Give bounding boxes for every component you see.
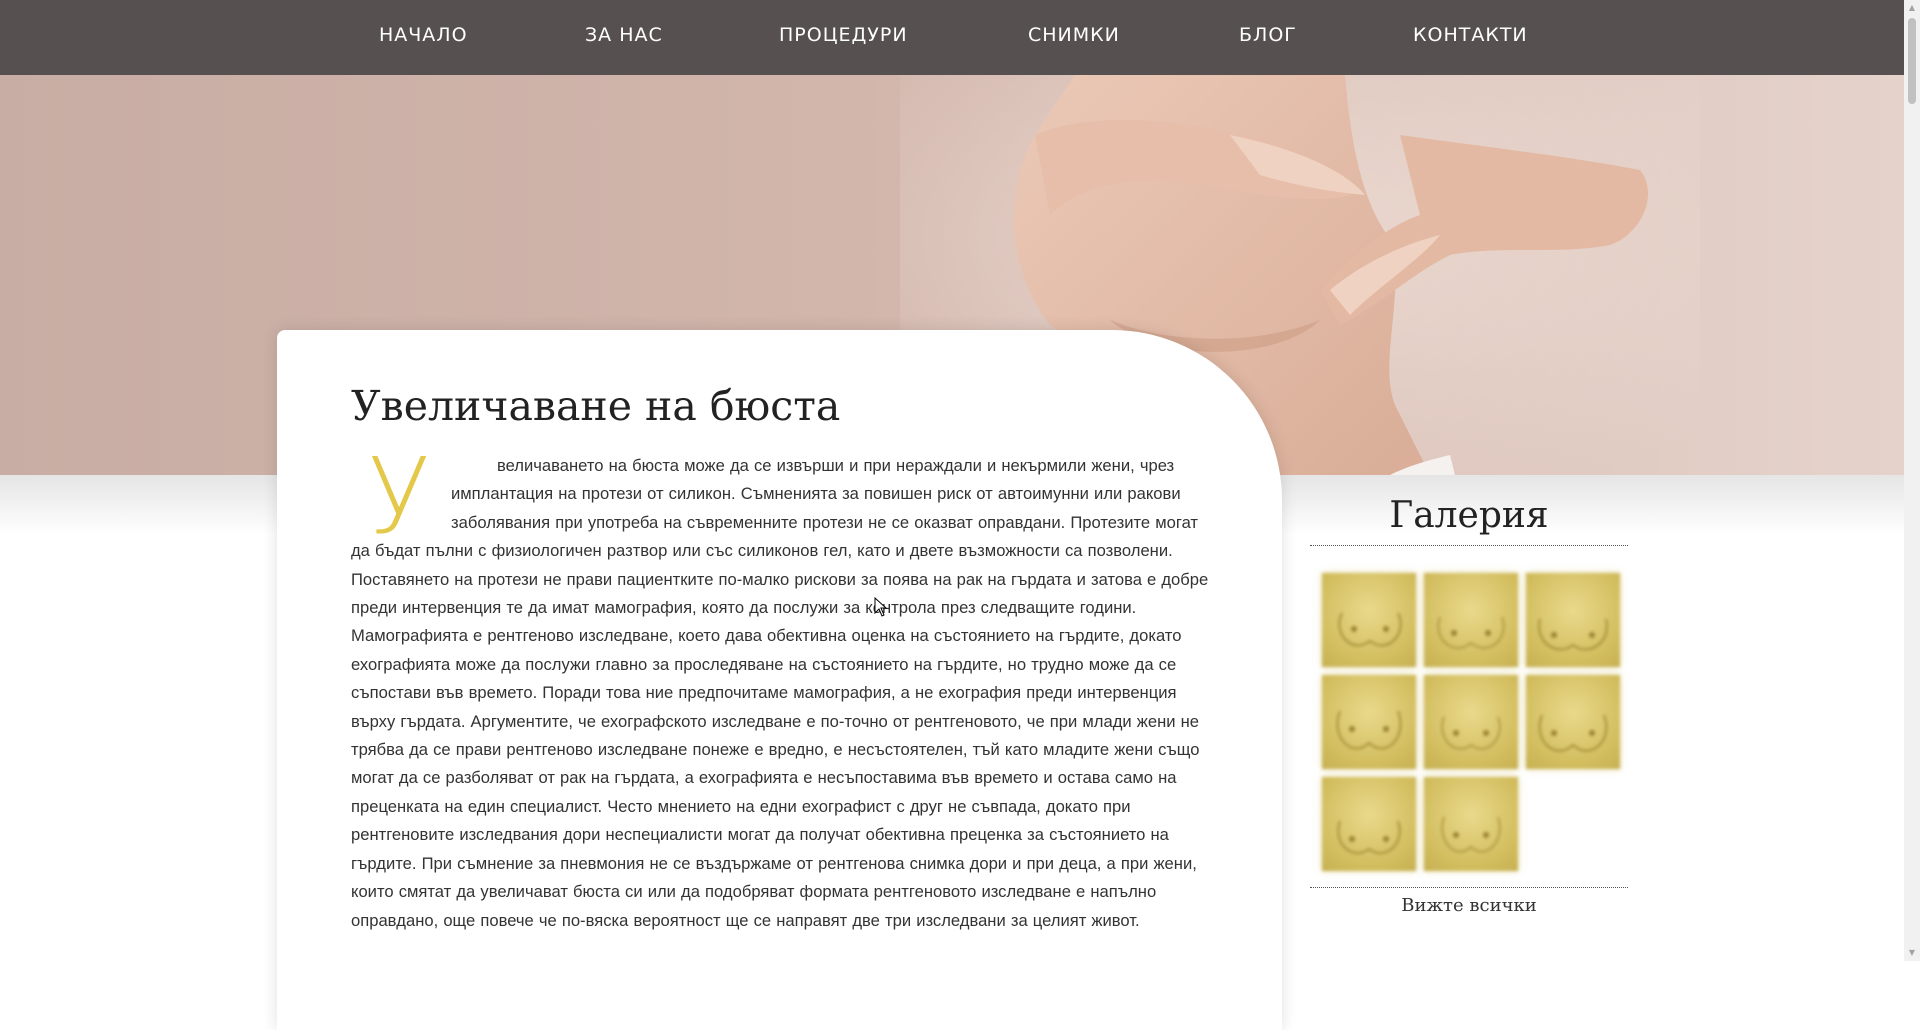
nav-item-blog[interactable]: БЛОГ <box>1239 24 1297 46</box>
gallery-thumbnail[interactable] <box>1322 675 1416 769</box>
scrollbar-thumb[interactable] <box>1908 18 1916 104</box>
gallery-thumbnail[interactable] <box>1526 573 1620 667</box>
nav-item-procedures[interactable]: ПРОЦЕДУРИ <box>779 24 908 46</box>
gallery-thumbnail[interactable] <box>1322 573 1416 667</box>
nav-item-home[interactable]: НАЧАЛО <box>379 24 468 46</box>
scroll-down-arrow-icon[interactable]: ▼ <box>1904 945 1920 961</box>
gallery-thumbnail[interactable] <box>1424 573 1518 667</box>
gallery-thumbnail[interactable] <box>1424 675 1518 769</box>
article-body: Увеличаването на бюста може да се извърш… <box>351 435 1213 935</box>
dropcap-letter: У <box>367 435 431 557</box>
gallery-divider-bottom <box>1310 887 1628 888</box>
nav-item-photos[interactable]: СНИМКИ <box>1028 24 1120 46</box>
gallery-divider-top <box>1310 545 1628 546</box>
gallery-title: Галерия <box>1389 495 1549 536</box>
see-all-link[interactable]: Вижте всички <box>1310 895 1628 916</box>
gallery-thumbnail[interactable] <box>1526 675 1620 769</box>
main-navigation: НАЧАЛО ЗА НАС ПРОЦЕДУРИ СНИМКИ БЛОГ КОНТ… <box>0 0 1904 75</box>
nav-item-contacts[interactable]: КОНТАКТИ <box>1413 24 1528 46</box>
mouse-cursor-icon <box>874 597 888 617</box>
page-scrollbar[interactable]: ▲ ▼ <box>1904 0 1920 961</box>
nav-item-about[interactable]: ЗА НАС <box>585 24 663 46</box>
article-text: величаването на бюста може да се извърши… <box>351 456 1209 930</box>
article-card: Увеличаване на бюста Увеличаването на бю… <box>277 330 1282 1030</box>
page-title: Увеличаване на бюста <box>351 382 841 430</box>
scroll-up-arrow-icon[interactable]: ▲ <box>1904 0 1920 16</box>
gallery-thumbnail[interactable] <box>1424 777 1518 871</box>
gallery-thumbnail[interactable] <box>1322 777 1416 871</box>
